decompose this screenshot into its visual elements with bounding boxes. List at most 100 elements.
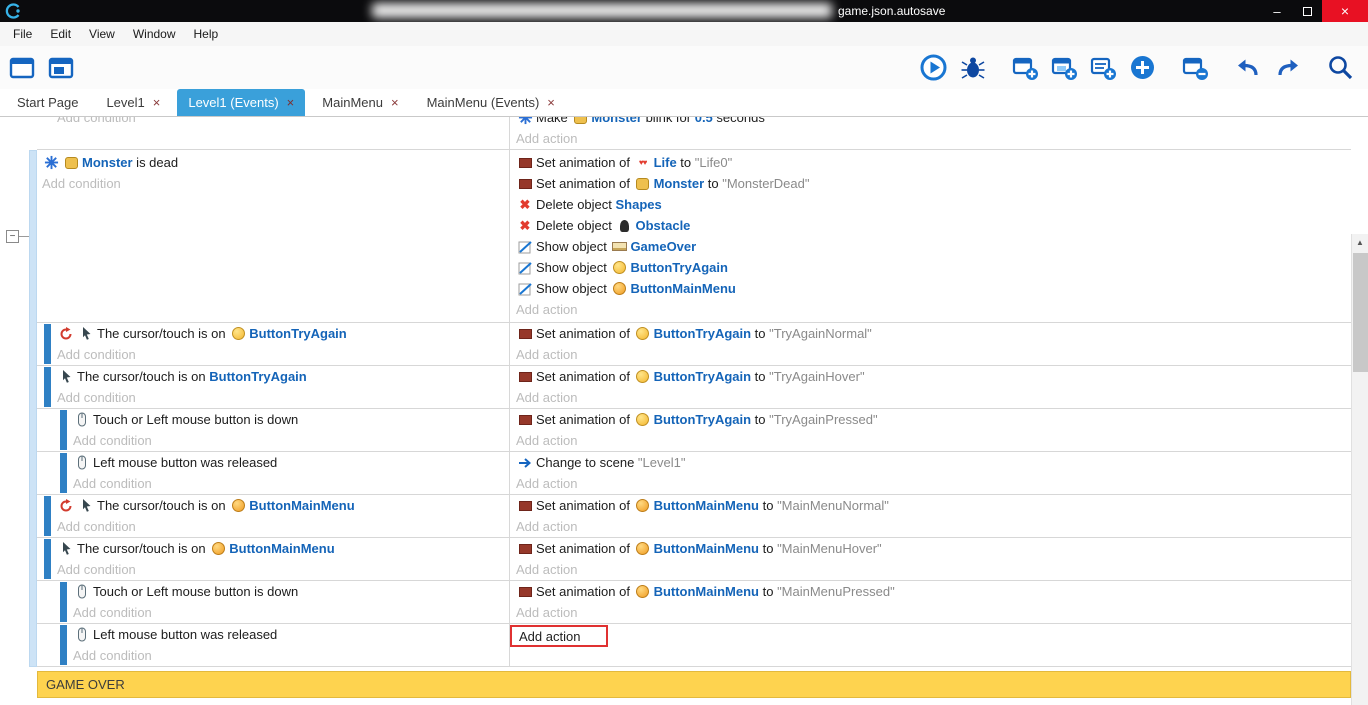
action-set-animation[interactable]: Set animation of ButtonMainMenu to "Main…	[516, 538, 1351, 559]
action-show-buttonmainmenu[interactable]: Show object ButtonMainMenu	[516, 278, 1351, 299]
add-action-link[interactable]: Add action	[516, 430, 1351, 451]
action-value: "TryAgainHover"	[769, 369, 864, 384]
action-set-animation-monster[interactable]: Set animation of Monster to "MonsterDead…	[516, 173, 1351, 194]
condition-cursor-on-buttonmainmenu[interactable]: The cursor/touch is on ButtonMainMenu	[37, 538, 509, 559]
tab-close-icon[interactable]: ×	[153, 96, 161, 109]
condition-mouse-down[interactable]: Touch or Left mouse button is down	[37, 581, 509, 602]
minimize-button[interactable]: –	[1262, 0, 1292, 22]
object-name: ButtonMainMenu	[654, 584, 759, 599]
object-name: ButtonTryAgain	[654, 412, 752, 427]
action-set-animation-life[interactable]: Set animation of ♥♥ Life to "Life0"	[516, 152, 1351, 173]
play-preview-button[interactable]	[920, 54, 947, 81]
inverted-condition-icon	[57, 326, 75, 342]
scene-editor-icon[interactable]	[47, 54, 74, 81]
tab-level1[interactable]: Level1 ×	[95, 89, 171, 116]
scrollbar-thumb[interactable]	[1353, 253, 1368, 372]
condition-mouse-released[interactable]: Left mouse button was released	[37, 452, 509, 473]
condition-cursor-on-buttontryagain[interactable]: The cursor/touch is on ButtonTryAgain	[37, 323, 509, 344]
condition-mouse-released[interactable]: Left mouse button was released	[37, 624, 509, 645]
add-condition-link[interactable]: Add condition	[37, 387, 509, 408]
search-button[interactable]	[1327, 54, 1354, 81]
menu-edit[interactable]: Edit	[41, 22, 80, 46]
tab-close-icon[interactable]: ×	[547, 96, 555, 109]
add-action-link[interactable]: Add action	[516, 516, 1351, 537]
add-condition-link[interactable]: Add condition	[37, 473, 509, 494]
condition-mouse-down[interactable]: Touch or Left mouse button is down	[37, 409, 509, 430]
action-delete-shapes[interactable]: ✖ Delete object Shapes	[516, 194, 1351, 215]
add-condition-link[interactable]: Add condition	[37, 602, 509, 623]
toolbar	[0, 46, 1368, 89]
menu-file[interactable]: File	[4, 22, 41, 46]
add-condition-link[interactable]: Add condition	[37, 430, 509, 451]
animation-action-icon	[516, 155, 534, 171]
action-set-animation[interactable]: Set animation of ButtonTryAgain to "TryA…	[516, 409, 1351, 430]
mouse-icon	[73, 412, 91, 428]
action-set-animation[interactable]: Set animation of ButtonMainMenu to "Main…	[516, 495, 1351, 516]
menu-view[interactable]: View	[80, 22, 124, 46]
object-name: ButtonTryAgain	[249, 326, 347, 341]
comment-event[interactable]: GAME OVER	[37, 671, 1351, 698]
action-set-animation[interactable]: Set animation of ButtonMainMenu to "Main…	[516, 581, 1351, 602]
toggle-disabled-event-button[interactable]	[1182, 54, 1209, 81]
collapse-connector	[19, 236, 29, 237]
object-name: Life	[654, 155, 677, 170]
add-action-link[interactable]: Add action	[516, 299, 1351, 320]
menu-window[interactable]: Window	[124, 22, 185, 46]
condition-cursor-on-buttonmainmenu[interactable]: The cursor/touch is on ButtonMainMenu	[37, 495, 509, 516]
action-show-buttontryagain[interactable]: Show object ButtonTryAgain	[516, 257, 1351, 278]
add-condition-label: Add condition	[57, 117, 136, 125]
add-action-link[interactable]: Add action	[516, 344, 1351, 365]
condition-monster-is-dead[interactable]: Monster is dead	[37, 152, 509, 173]
add-action-link[interactable]: Add action	[516, 559, 1351, 580]
add-condition-link[interactable]: Add condition	[37, 344, 509, 365]
add-event-button[interactable]	[1012, 54, 1039, 81]
tab-start-page[interactable]: Start Page	[6, 89, 89, 116]
add-condition-link[interactable]: Add condition	[37, 173, 509, 194]
action-delete-obstacle[interactable]: ✖ Delete object Obstacle	[516, 215, 1351, 236]
add-action-link[interactable]: Add action	[516, 387, 1351, 408]
tab-mainmenu-events[interactable]: MainMenu (Events) ×	[416, 89, 566, 116]
action-make-blink[interactable]: Make Monster blink for 0.5 seconds	[516, 117, 1351, 128]
tab-close-icon[interactable]: ×	[391, 96, 399, 109]
tab-mainmenu[interactable]: MainMenu ×	[311, 89, 409, 116]
add-subevent-button[interactable]	[1051, 54, 1078, 81]
vertical-scrollbar[interactable]: ▲ ▼	[1351, 234, 1368, 705]
action-text: to	[751, 326, 769, 341]
tab-label: Start Page	[17, 95, 78, 110]
menu-help[interactable]: Help	[185, 22, 228, 46]
debug-button[interactable]	[959, 54, 986, 81]
undo-button[interactable]	[1235, 54, 1262, 81]
cursor-icon	[77, 326, 95, 342]
add-action-link-selected[interactable]: Add action	[510, 625, 608, 647]
action-set-animation[interactable]: Set animation of ButtonTryAgain to "TryA…	[516, 366, 1351, 387]
add-condition-link[interactable]: Add condition	[37, 117, 509, 128]
action-text: Show object	[536, 281, 610, 296]
maximize-button[interactable]	[1292, 0, 1322, 22]
add-action-link[interactable]: Add action	[516, 128, 1351, 149]
add-other-event-button[interactable]	[1129, 54, 1156, 81]
action-text: seconds	[713, 117, 765, 125]
redo-button[interactable]	[1274, 54, 1301, 81]
action-show-gameover[interactable]: Show object GameOver	[516, 236, 1351, 257]
add-comment-button[interactable]	[1090, 54, 1117, 81]
add-condition-link[interactable]: Add condition	[37, 645, 509, 666]
close-button[interactable]: ×	[1322, 0, 1368, 22]
project-manager-icon[interactable]	[8, 54, 35, 81]
change-scene-icon	[516, 455, 534, 471]
add-condition-link[interactable]: Add condition	[37, 516, 509, 537]
tab-close-icon[interactable]: ×	[287, 96, 295, 109]
action-change-scene[interactable]: Change to scene "Level1"	[516, 452, 1351, 473]
condition-cursor-on-buttontryagain[interactable]: The cursor/touch is on ButtonTryAgain	[37, 366, 509, 387]
add-action-link[interactable]: Add action	[516, 473, 1351, 494]
monster-object-icon	[571, 117, 589, 126]
add-condition-label: Add condition	[57, 390, 136, 405]
collapse-toggle[interactable]: −	[6, 230, 19, 243]
add-action-label: Add action	[519, 629, 580, 644]
mouse-icon	[73, 584, 91, 600]
tab-level1-events[interactable]: Level1 (Events) ×	[177, 89, 305, 116]
event-indent-bar	[60, 625, 67, 665]
scroll-up-arrow[interactable]: ▲	[1352, 234, 1368, 251]
add-condition-link[interactable]: Add condition	[37, 559, 509, 580]
add-action-link[interactable]: Add action	[516, 602, 1351, 623]
action-set-animation[interactable]: Set animation of ButtonTryAgain to "TryA…	[516, 323, 1351, 344]
